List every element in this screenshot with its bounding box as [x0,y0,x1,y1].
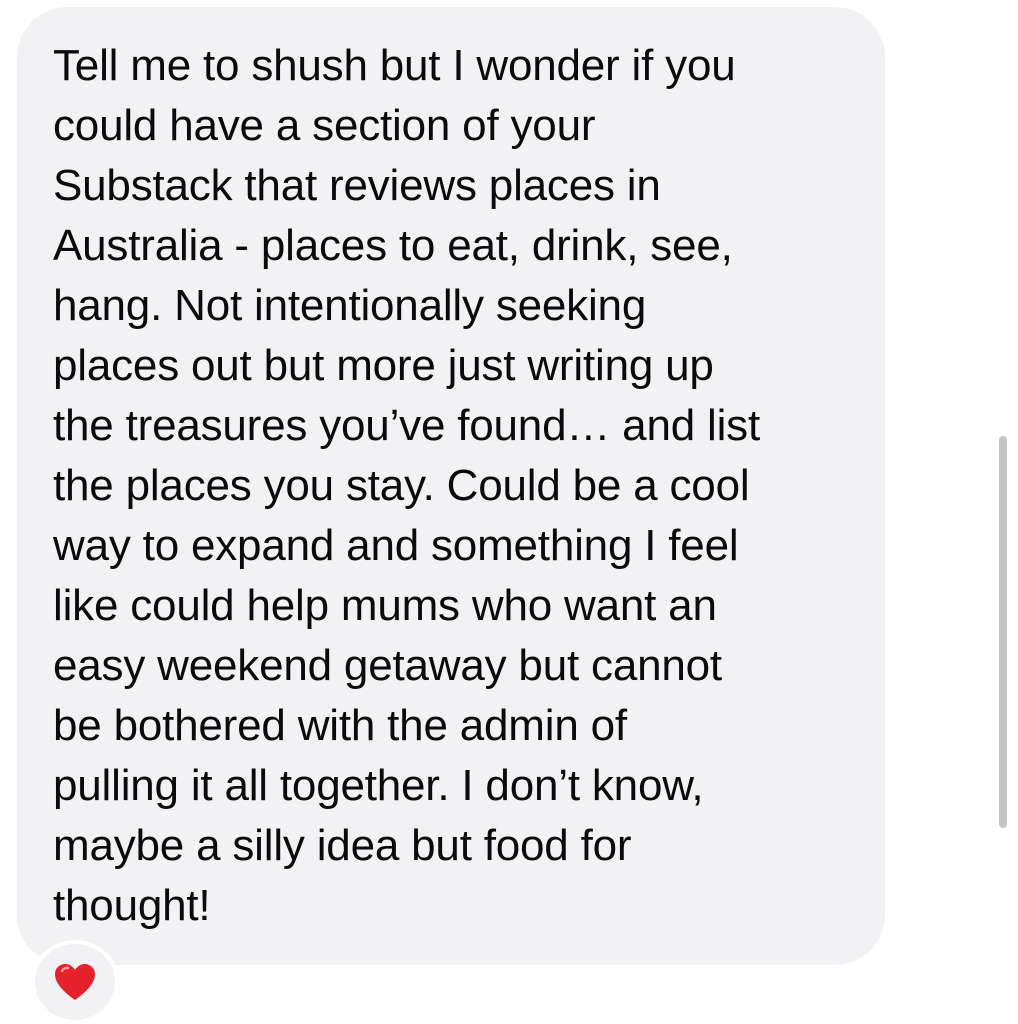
message-line: pulling it all together. I don’t know, [53,761,704,810]
message-line: hang. Not intentionally seeking [53,281,647,330]
message-line: easy weekend getaway but cannot [53,641,722,690]
message-line: the treasures you’ve found… and list [53,401,760,450]
reaction-badge[interactable] [31,940,119,1024]
message-line: places out but more just writing up [53,341,714,390]
message-line: maybe a silly idea but food for [53,821,632,870]
message-line: Tell me to shush but I wonder if you [53,41,736,90]
message-line: way to expand and something I feel [53,521,739,570]
message-line: the places you stay. Could be a cool [53,461,750,510]
scrollbar[interactable] [999,436,1007,828]
message-line: Substack that reviews places in [53,161,661,210]
message-line: thought! [53,881,211,930]
message-line: Australia - places to eat, drink, see, [53,221,733,270]
message-line: like could help mums who want an [53,581,717,630]
red-heart-icon [53,962,97,1002]
message-line: could have a section of your [53,101,596,150]
message-line: be bothered with the admin of [53,701,627,750]
